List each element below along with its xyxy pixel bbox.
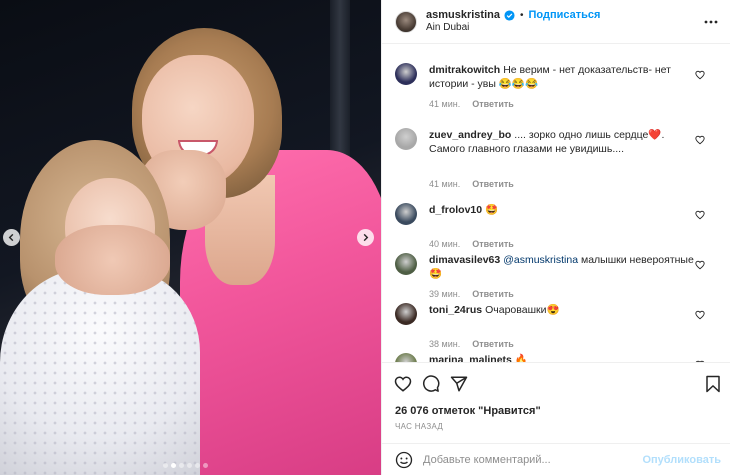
commenter-username[interactable]: dimavasilev63 [429,254,500,266]
commenter-avatar[interactable] [395,128,417,150]
comment-time: 41 мин. [429,179,461,189]
separator-dot: • [519,9,524,21]
comment-like-heart-icon[interactable] [695,135,705,145]
verified-badge-icon [504,10,515,21]
comment-body: dimavasilev63 @asmuskristina малышки неве… [429,253,699,281]
post-location[interactable]: Ain Dubai [426,22,600,34]
author-username[interactable]: asmuskristina [426,9,500,22]
post-sidebar: asmuskristina • Подписаться Ain Dubai dm… [381,0,730,475]
carousel-dot [163,463,168,468]
commenter-avatar[interactable] [395,203,417,225]
commenter-username[interactable]: dmitrakowitch [429,64,500,76]
comment-meta: 41 мин. Ответить [429,179,514,189]
carousel-dot [203,463,208,468]
reply-button[interactable]: Ответить [472,239,514,249]
post-actions: 26 076 отметок "Нравится" ЧАС НАЗАД [382,362,730,442]
comment-body: zuev_andrey_bo.... зорко одно лишь сердц… [429,128,699,156]
comment-input[interactable] [423,453,638,466]
comment-like-heart-icon[interactable] [695,310,705,320]
commenter-avatar[interactable] [395,63,417,85]
reply-button[interactable]: Ответить [472,179,514,189]
comment-time: 41 мин. [429,99,461,109]
girl-hands [55,225,170,295]
comment-body: toni_24rus Очаровашки😍 [429,303,699,317]
reply-button[interactable]: Ответить [472,99,514,109]
carousel-dot [179,463,184,468]
comment-meta: 38 мин. Ответить [429,339,514,349]
post-media[interactable] [0,0,381,475]
comment-text: Очаровашки😍 [485,304,560,316]
more-icon[interactable] [703,14,719,30]
publish-button[interactable]: Опубликовать [642,454,721,466]
carousel-dot [195,463,200,468]
author-info: asmuskristina • Подписаться Ain Dubai [426,9,600,34]
girl-dress-pattern [0,268,200,475]
comment-like-heart-icon[interactable] [695,70,705,80]
commenter-username[interactable]: zuev_andrey_bo [429,129,511,141]
comment-mention[interactable]: @asmuskristina [503,254,578,266]
comment-meta: 40 мин. Ответить [429,239,514,249]
add-comment-bar: Опубликовать [382,443,730,475]
commenter-username[interactable]: marina_malinets [429,354,512,362]
comments-list[interactable]: dmitrakowitch Не верим - нет доказательст… [382,45,730,362]
chevron-right-icon [363,233,369,242]
carousel-dots [163,463,208,468]
carousel-next-button[interactable] [357,229,374,246]
post-header: asmuskristina • Подписаться Ain Dubai [382,0,730,44]
share-icon[interactable] [450,375,468,393]
comment-time: 40 мин. [429,239,461,249]
commenter-username[interactable]: d_frolov10 [429,204,482,216]
reply-button[interactable]: Ответить [472,289,514,299]
commenter-username[interactable]: toni_24rus [429,304,482,316]
follow-button[interactable]: Подписаться [529,9,601,22]
emoji-icon[interactable] [395,451,413,469]
commenter-avatar[interactable] [395,353,417,362]
comment-meta: 39 мин. Ответить [429,289,514,299]
comment-meta: 41 мин. Ответить [429,99,514,109]
likes-count[interactable]: 26 076 отметок "Нравится" [395,405,541,417]
comment-time: 39 мин. [429,289,461,299]
comment-icon[interactable] [422,375,440,393]
bookmark-icon[interactable] [704,375,722,393]
comment-body: d_frolov10 🤩 [429,203,699,217]
comment-text: 🤩 [485,204,499,216]
commenter-avatar[interactable] [395,303,417,325]
post-timestamp: ЧАС НАЗАД [395,422,444,431]
reply-button[interactable]: Ответить [472,339,514,349]
comment-like-heart-icon[interactable] [695,260,705,270]
comment-like-heart-icon[interactable] [695,210,705,220]
comment-body: marina_malinets 🔥 [429,353,699,362]
author-avatar[interactable] [395,10,417,33]
commenter-avatar[interactable] [395,253,417,275]
heart-icon[interactable] [394,375,412,393]
carousel-prev-button[interactable] [3,229,20,246]
comment-text: 🔥 [514,354,528,362]
carousel-dot [187,463,192,468]
carousel-dot [171,463,176,468]
comment-time: 38 мин. [429,339,461,349]
comment-body: dmitrakowitch Не верим - нет доказательст… [429,63,699,91]
chevron-left-icon [8,233,14,242]
